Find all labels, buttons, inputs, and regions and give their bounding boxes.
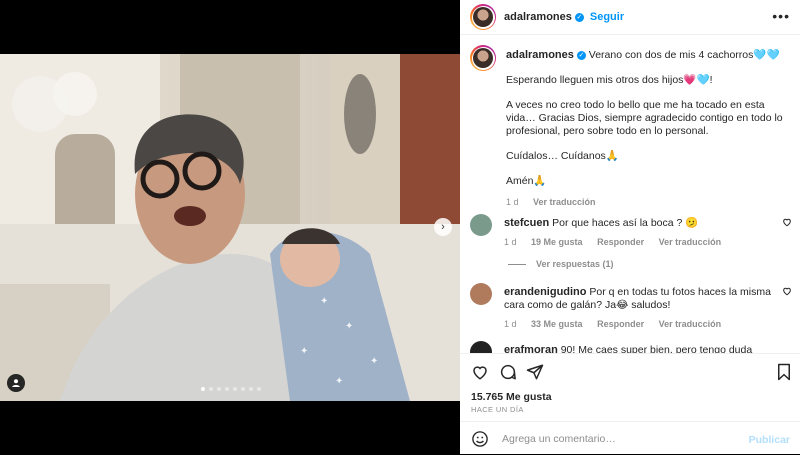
comment-text: 90! Me caes super bien, pero tengo duda	[560, 344, 753, 353]
carousel-dot	[257, 387, 261, 391]
comment-translate-link[interactable]: Ver traducción	[659, 237, 722, 247]
carousel-dot	[201, 387, 205, 391]
comment-avatar[interactable]	[470, 283, 492, 305]
caption-line-1: Verano con dos de mis 4 cachorros🩵🩵	[588, 49, 780, 61]
author-username[interactable]: adalramones	[504, 11, 572, 23]
comment-age: 1 d	[504, 319, 517, 329]
likes-count[interactable]: 15.765 Me gusta	[471, 391, 552, 403]
comment-translate-link[interactable]: Ver traducción	[659, 319, 722, 329]
carousel-dot	[209, 387, 213, 391]
comment-reply-button[interactable]: Responder	[597, 319, 644, 329]
comment-like-heart-icon[interactable]	[782, 286, 792, 331]
carousel-next-button[interactable]: ›	[434, 218, 452, 236]
comment-meta: 1 d 19 Me gusta Responder Ver traducción	[504, 236, 782, 249]
comment-meta: 1 d 33 Me gusta Responder Ver traducción	[504, 318, 782, 331]
view-replies-label[interactable]: Ver respuestas (1)	[536, 259, 614, 269]
caption-line-5: Amén🙏	[506, 175, 547, 187]
tag-user-icon	[12, 379, 20, 387]
comment-reply-button[interactable]: Responder	[597, 237, 644, 247]
bookmark-icon	[778, 363, 790, 381]
post-media-area: ✦ ✦ ✦ ✦ ✦ ›	[0, 0, 460, 454]
comment-username[interactable]: erandenigudino	[504, 286, 587, 298]
chevron-right-icon: ›	[441, 221, 445, 233]
post-actions-bar	[460, 353, 800, 394]
comment-button[interactable]	[499, 363, 517, 386]
comment-username[interactable]: erafmoran	[504, 344, 558, 353]
svg-text:✦: ✦	[345, 321, 353, 332]
caption-translate-link[interactable]: Ver traducción	[533, 197, 596, 207]
caption-avatar[interactable]	[470, 45, 496, 71]
carousel-dot	[217, 387, 221, 391]
post-header: adalramones ✓ Seguir •••	[460, 0, 800, 35]
svg-text:✦: ✦	[320, 296, 328, 307]
comment-item: erafmoran 90! Me caes super bien, pero t…	[470, 341, 792, 353]
author-avatar[interactable]	[470, 4, 496, 30]
comment-age: 1 d	[504, 237, 517, 247]
save-button[interactable]	[776, 363, 792, 386]
svg-text:✦: ✦	[370, 356, 378, 367]
svg-text:✦: ✦	[300, 346, 308, 357]
emoji-icon	[472, 430, 488, 447]
heart-icon	[473, 366, 487, 380]
post-photo[interactable]: ✦ ✦ ✦ ✦ ✦	[0, 54, 460, 401]
caption-line-3: A veces no creo todo lo bello que me ha …	[506, 99, 783, 137]
comment-item: stefcuen Por que haces así la boca ? 🫤 1…	[470, 214, 792, 249]
comment-likes[interactable]: 33 Me gusta	[531, 319, 583, 329]
verified-icon: ✓	[576, 51, 586, 60]
share-button[interactable]	[526, 363, 544, 386]
like-button[interactable]	[471, 363, 489, 386]
comment-username[interactable]: stefcuen	[504, 217, 549, 229]
caption-age: 1 d	[506, 197, 519, 207]
comment-avatar[interactable]	[470, 341, 492, 353]
photo-illustration: ✦ ✦ ✦ ✦ ✦	[0, 54, 460, 401]
comment-likes[interactable]: 19 Me gusta	[531, 237, 583, 247]
caption-line-2: Esperando lleguen mis otros dos hijos💗🩵!	[506, 74, 713, 86]
svg-text:✦: ✦	[335, 376, 343, 387]
comment-text: Por que haces así la boca ? 🫤	[552, 217, 699, 229]
caption-meta: 1 d Ver traducción	[506, 196, 790, 209]
follow-button[interactable]: Seguir	[590, 11, 624, 23]
comment-item: erandenigudino Por q en todas tu fotos h…	[470, 283, 792, 331]
verified-icon: ✓	[574, 12, 584, 22]
tagged-users-button[interactable]	[7, 374, 25, 392]
share-icon	[526, 364, 544, 380]
caption-line-4: Cuídalos… Cuídanos🙏	[506, 150, 619, 162]
carousel-indicator	[201, 387, 261, 391]
carousel-dot	[233, 387, 237, 391]
carousel-dot	[225, 387, 229, 391]
caption-username[interactable]: adalramones	[506, 49, 574, 61]
carousel-dot	[249, 387, 253, 391]
replies-divider	[508, 263, 526, 265]
comment-input[interactable]	[500, 431, 734, 446]
comment-icon	[500, 364, 516, 380]
comments-list[interactable]: adalramones ✓ Verano con dos de mis 4 cac…	[460, 35, 800, 353]
emoji-button[interactable]	[471, 430, 489, 448]
comment-like-heart-icon[interactable]	[782, 217, 792, 249]
view-replies-button[interactable]: Ver respuestas (1)	[508, 259, 614, 269]
post-details-panel: adalramones ✓ Seguir ••• adalramones ✓ Ve…	[460, 0, 800, 454]
comment-avatar[interactable]	[470, 214, 492, 236]
carousel-dot	[241, 387, 245, 391]
post-caption: adalramones ✓ Verano con dos de mis 4 cac…	[470, 45, 790, 209]
add-comment-bar: Publicar	[460, 421, 800, 455]
post-timestamp: HACE UN DÍA	[471, 405, 524, 414]
more-options-icon[interactable]: •••	[772, 8, 790, 24]
publish-button[interactable]: Publicar	[749, 434, 790, 446]
